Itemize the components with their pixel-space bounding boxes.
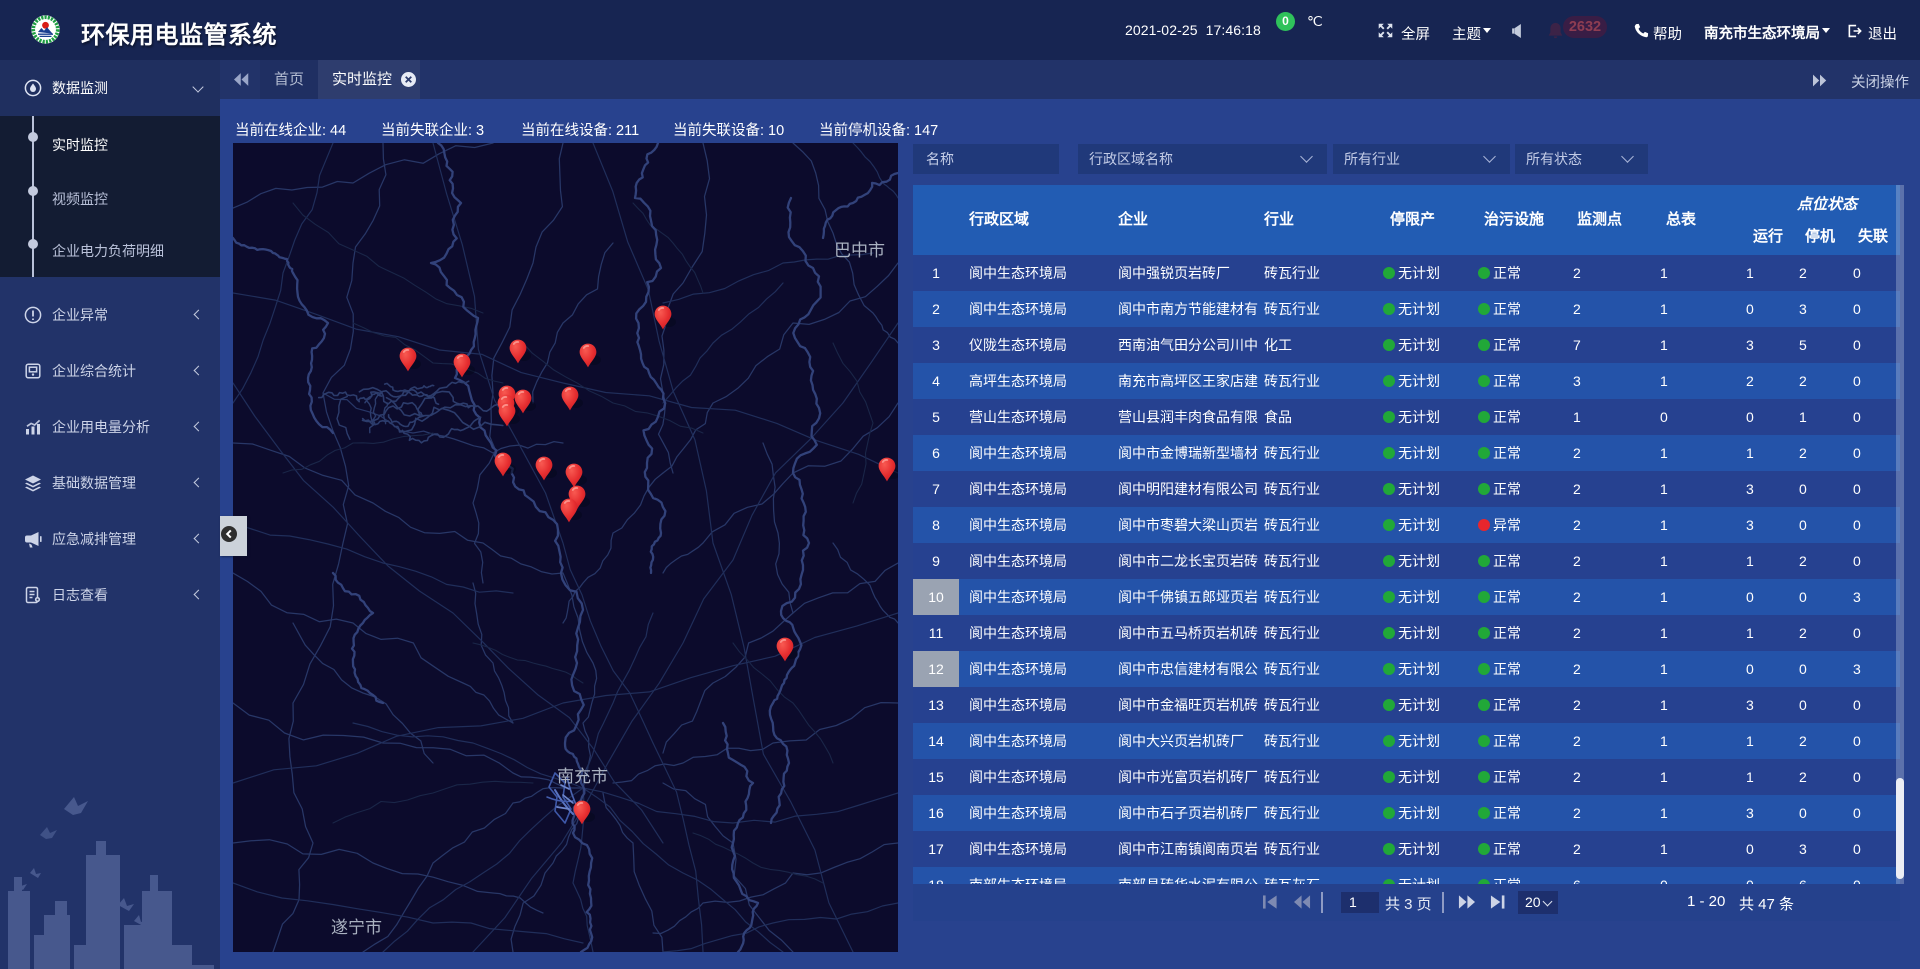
svg-text:南充市: 南充市 bbox=[557, 767, 608, 786]
svg-text:巴中市: 巴中市 bbox=[834, 241, 885, 260]
svg-text:遂宁市: 遂宁市 bbox=[331, 918, 382, 937]
